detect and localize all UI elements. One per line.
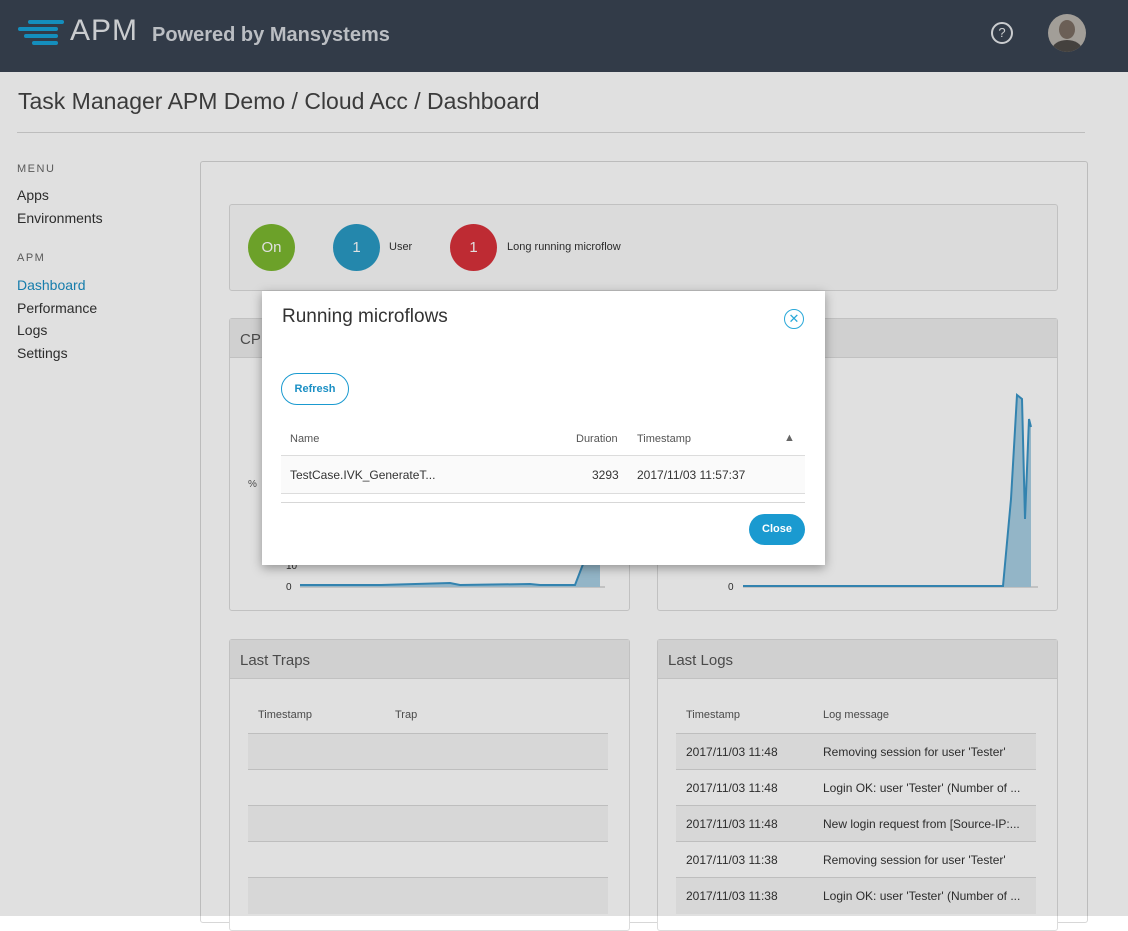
running-microflows-dialog: Running microflows ✕ Refresh Name Durati… [262, 291, 825, 565]
microflow-duration: 3293 [592, 468, 619, 482]
close-icon[interactable]: ✕ [784, 309, 804, 329]
sort-ascending-icon[interactable]: ▲ [784, 432, 795, 444]
close-button[interactable]: Close [749, 514, 805, 545]
dialog-divider [281, 502, 805, 503]
dialog-title: Running microflows [282, 306, 448, 327]
col-duration[interactable]: Duration [576, 433, 618, 445]
col-name[interactable]: Name [290, 433, 319, 445]
refresh-button[interactable]: Refresh [281, 373, 349, 405]
microflow-timestamp: 2017/11/03 11:57:37 [637, 468, 746, 482]
col-timestamp[interactable]: Timestamp [637, 433, 691, 445]
microflow-name: TestCase.IVK_GenerateT... [290, 468, 436, 482]
table-row[interactable]: TestCase.IVK_GenerateT... 3293 2017/11/0… [281, 455, 805, 494]
